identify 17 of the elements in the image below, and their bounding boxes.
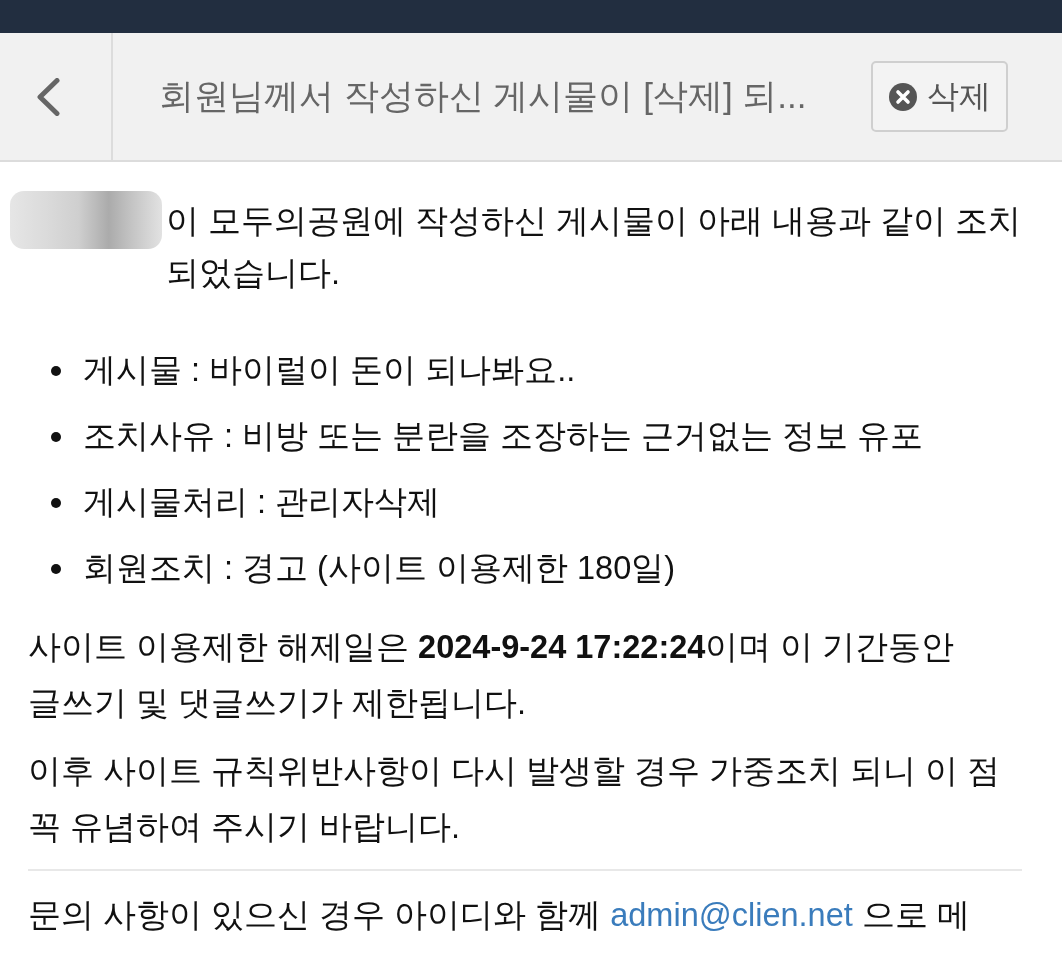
- delete-button[interactable]: 삭제: [871, 61, 1008, 132]
- notice-paragraph: 사이트 이용제한 해제일은 2024-9-24 17:22:24이며 이 기간동안 글쓰기 및 댓글쓰기가 제한됩니다.: [28, 628, 956, 723]
- bullet-icon: [51, 564, 61, 574]
- chevron-left-icon: [35, 77, 60, 116]
- detail-text: 게시물 : 바이럴이 돈이 되나봐요..: [83, 351, 576, 390]
- page-title: 회원님께서 작성하신 게시물이 [삭제] 되...: [158, 75, 808, 117]
- bullet-icon: [51, 432, 61, 442]
- detail-text: 회원조치 : 경고 (사이트 이용제한 180일): [83, 549, 676, 588]
- detail-text: 게시물처리 : 관리자삭제: [83, 483, 441, 522]
- email-link[interactable]: admin@clien.net: [610, 897, 853, 933]
- bullet-icon: [51, 498, 61, 508]
- contact-paragraph: 문의 사항이 있으신 경우 아이디와 함께 admin@clien.net 으로 메: [28, 896, 971, 935]
- bullet-icon: [51, 366, 61, 376]
- detail-text: 조치사유 : 비방 또는 분란을 조장하는 근거없는 정보 유포: [83, 417, 924, 456]
- intro-text: 이 모두의공원에 작성하신 게시물이 아래 내용과 같이 조치 되었습니다.: [166, 202, 1022, 293]
- close-circle-icon: [888, 82, 917, 111]
- notice-paragraph: 이후 사이트 규칙위반사항이 다시 발생할 경우 가중조치 되니 이 점 꼭 유념하여 주시기 바랍니다.: [28, 752, 1002, 847]
